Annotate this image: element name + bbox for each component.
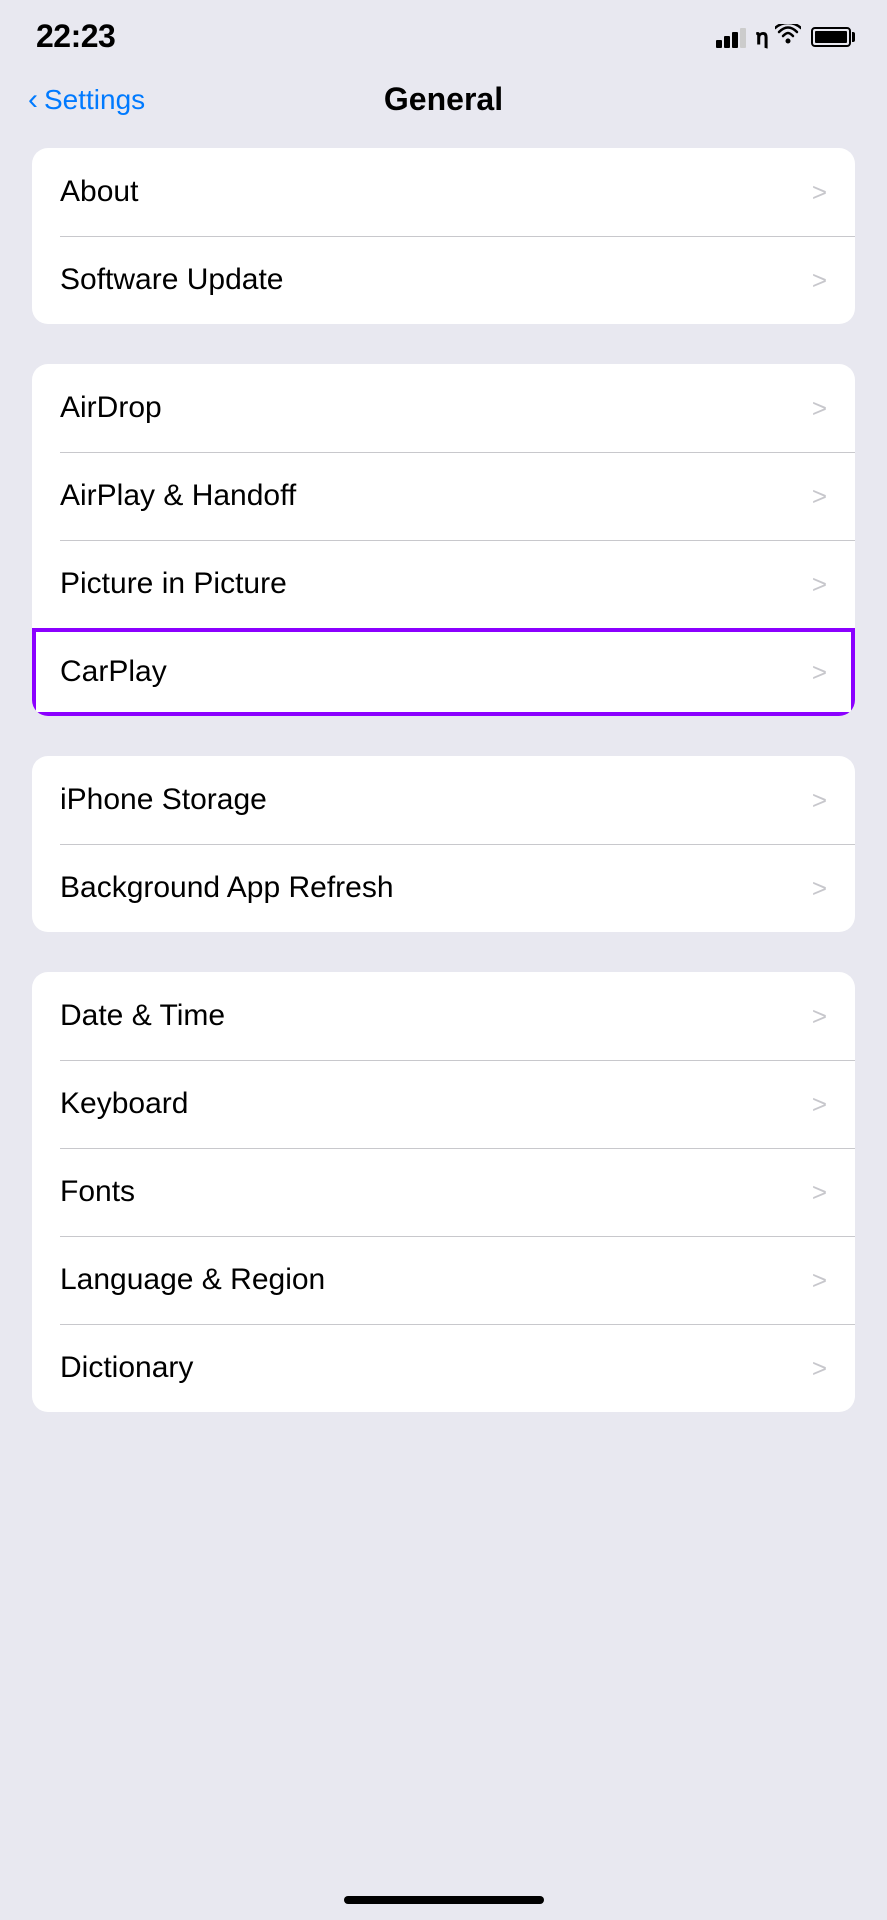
battery-icon (811, 27, 851, 47)
wifi-icon: 𝛈 (756, 24, 801, 50)
picture-in-picture-label: Picture in Picture (60, 567, 287, 601)
software-update-label: Software Update (60, 263, 283, 297)
settings-item-carplay[interactable]: CarPlay > (32, 628, 855, 716)
chevron-right-icon: > (812, 1265, 827, 1296)
settings-item-dictionary[interactable]: Dictionary > (32, 1324, 855, 1412)
settings-item-date-time[interactable]: Date & Time > (32, 972, 855, 1060)
status-icons: 𝛈 (716, 24, 851, 50)
nav-header: ‹ Settings General (0, 65, 887, 138)
chevron-right-icon: > (812, 1089, 827, 1120)
language-region-label: Language & Region (60, 1263, 325, 1297)
settings-group-4: Date & Time > Keyboard > Fonts > Languag… (32, 972, 855, 1412)
chevron-right-icon: > (812, 265, 827, 296)
chevron-right-icon: > (812, 785, 827, 816)
settings-item-about[interactable]: About > (32, 148, 855, 236)
airdrop-label: AirDrop (60, 391, 162, 425)
back-label[interactable]: Settings (44, 84, 145, 116)
iphone-storage-label: iPhone Storage (60, 783, 267, 817)
back-chevron-icon: ‹ (28, 83, 38, 117)
chevron-right-icon: > (812, 657, 827, 688)
settings-group-2: AirDrop > AirPlay & Handoff > Picture in… (32, 364, 855, 716)
chevron-right-icon: > (812, 873, 827, 904)
settings-item-keyboard[interactable]: Keyboard > (32, 1060, 855, 1148)
settings-item-language-region[interactable]: Language & Region > (32, 1236, 855, 1324)
settings-item-picture-in-picture[interactable]: Picture in Picture > (32, 540, 855, 628)
carplay-label: CarPlay (60, 655, 167, 689)
wifi-svg (775, 24, 801, 44)
chevron-right-icon: > (812, 177, 827, 208)
settings-item-fonts[interactable]: Fonts > (32, 1148, 855, 1236)
chevron-right-icon: > (812, 481, 827, 512)
settings-item-airdrop[interactable]: AirDrop > (32, 364, 855, 452)
background-app-refresh-label: Background App Refresh (60, 871, 394, 905)
settings-item-iphone-storage[interactable]: iPhone Storage > (32, 756, 855, 844)
chevron-right-icon: > (812, 1353, 827, 1384)
settings-group-3: iPhone Storage > Background App Refresh … (32, 756, 855, 932)
page-title: General (384, 81, 503, 118)
settings-item-background-app-refresh[interactable]: Background App Refresh > (32, 844, 855, 932)
home-indicator (344, 1896, 544, 1904)
settings-item-airplay-handoff[interactable]: AirPlay & Handoff > (32, 452, 855, 540)
keyboard-label: Keyboard (60, 1087, 188, 1121)
about-label: About (60, 175, 138, 209)
signal-icon (716, 26, 746, 48)
settings-item-software-update[interactable]: Software Update > (32, 236, 855, 324)
date-time-label: Date & Time (60, 999, 225, 1033)
settings-content: About > Software Update > AirDrop > AirP… (0, 138, 887, 1462)
chevron-right-icon: > (812, 1177, 827, 1208)
chevron-right-icon: > (812, 569, 827, 600)
airplay-handoff-label: AirPlay & Handoff (60, 479, 296, 513)
dictionary-label: Dictionary (60, 1351, 193, 1385)
chevron-right-icon: > (812, 393, 827, 424)
back-button[interactable]: ‹ Settings (28, 83, 145, 117)
chevron-right-icon: > (812, 1001, 827, 1032)
status-bar: 22:23 𝛈 (0, 0, 887, 65)
status-time: 22:23 (36, 18, 115, 55)
fonts-label: Fonts (60, 1175, 135, 1209)
settings-group-1: About > Software Update > (32, 148, 855, 324)
